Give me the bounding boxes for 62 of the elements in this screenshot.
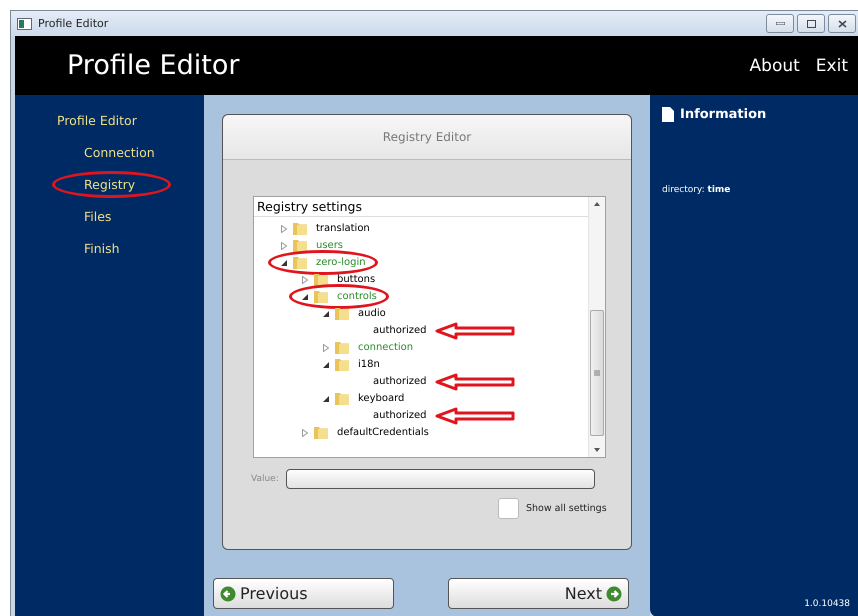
collapsed-triangle-icon[interactable] bbox=[280, 224, 288, 232]
window-title: Profile Editor bbox=[38, 17, 108, 30]
minimize-button[interactable] bbox=[766, 14, 794, 33]
collapsed-triangle-icon[interactable] bbox=[301, 276, 309, 284]
tree-item[interactable]: connection bbox=[358, 342, 414, 353]
sidebar-heading: Profile Editor bbox=[57, 113, 138, 128]
previous-button[interactable]: Previous bbox=[213, 578, 394, 609]
folder-icon bbox=[334, 357, 350, 372]
sidebar-item[interactable]: Registry bbox=[84, 177, 136, 192]
folder-icon bbox=[313, 425, 329, 440]
sidebar-item[interactable]: Files bbox=[84, 209, 112, 224]
folder-icon bbox=[334, 306, 350, 321]
info-title: Information bbox=[680, 107, 766, 122]
expanded-triangle-icon[interactable] bbox=[322, 310, 330, 318]
tree-item[interactable]: users bbox=[316, 240, 344, 251]
sidebar-item[interactable]: Connection bbox=[84, 145, 155, 160]
sidebar-item[interactable]: Finish bbox=[84, 241, 120, 256]
tree-item[interactable]: authorized bbox=[373, 325, 426, 336]
folder-icon bbox=[313, 289, 329, 304]
tree-item[interactable]: i18n bbox=[358, 359, 380, 370]
maximize-icon bbox=[806, 20, 816, 28]
folder-icon bbox=[292, 238, 308, 253]
expanded-triangle-icon[interactable] bbox=[322, 360, 330, 368]
info-text: directory: time bbox=[662, 185, 732, 195]
folder-icon bbox=[292, 255, 308, 270]
app-icon bbox=[17, 18, 32, 30]
collapsed-triangle-icon[interactable] bbox=[322, 344, 330, 352]
expanded-triangle-icon[interactable] bbox=[322, 394, 330, 402]
card-title: Registry Editor bbox=[382, 130, 472, 144]
tree-item[interactable]: authorized bbox=[373, 376, 426, 387]
tree-item[interactable]: translation bbox=[316, 223, 370, 234]
minimize-icon bbox=[776, 22, 784, 25]
expanded-triangle-icon[interactable] bbox=[301, 292, 309, 300]
tree-heading: Registry settings bbox=[254, 197, 588, 217]
tree-item[interactable]: keyboard bbox=[358, 393, 404, 404]
next-button[interactable]: Next bbox=[448, 578, 629, 609]
folder-icon bbox=[334, 391, 350, 406]
tree-item[interactable]: controls bbox=[337, 291, 377, 302]
grip-icon bbox=[594, 370, 600, 376]
scrollbar[interactable] bbox=[588, 197, 605, 457]
field-label: Value: bbox=[251, 474, 279, 484]
tree-item[interactable]: defaultCredentials bbox=[337, 427, 429, 438]
expanded-triangle-icon[interactable] bbox=[280, 258, 288, 266]
close-button[interactable] bbox=[828, 14, 856, 33]
folder-icon bbox=[292, 221, 308, 236]
version-label: 1.0.10438 bbox=[804, 599, 851, 611]
document-icon bbox=[662, 107, 674, 122]
checkbox-label: Show all settings bbox=[526, 503, 607, 514]
tree-item[interactable]: audio bbox=[358, 308, 386, 319]
maximize-button[interactable] bbox=[797, 14, 825, 33]
folder-icon bbox=[334, 340, 350, 355]
tree-item[interactable]: authorized bbox=[373, 410, 426, 421]
tree-item[interactable]: zero-login bbox=[316, 257, 366, 268]
collapsed-triangle-icon[interactable] bbox=[280, 242, 288, 250]
header-link[interactable]: Exit bbox=[816, 56, 848, 76]
collapsed-triangle-icon[interactable] bbox=[301, 428, 309, 436]
checkbox[interactable] bbox=[498, 498, 519, 519]
tree-item[interactable]: buttons bbox=[337, 274, 376, 285]
value-field[interactable] bbox=[286, 469, 595, 489]
close-icon bbox=[838, 20, 846, 28]
app-title: Profile Editor bbox=[67, 50, 240, 81]
header-link[interactable]: About bbox=[750, 56, 800, 76]
